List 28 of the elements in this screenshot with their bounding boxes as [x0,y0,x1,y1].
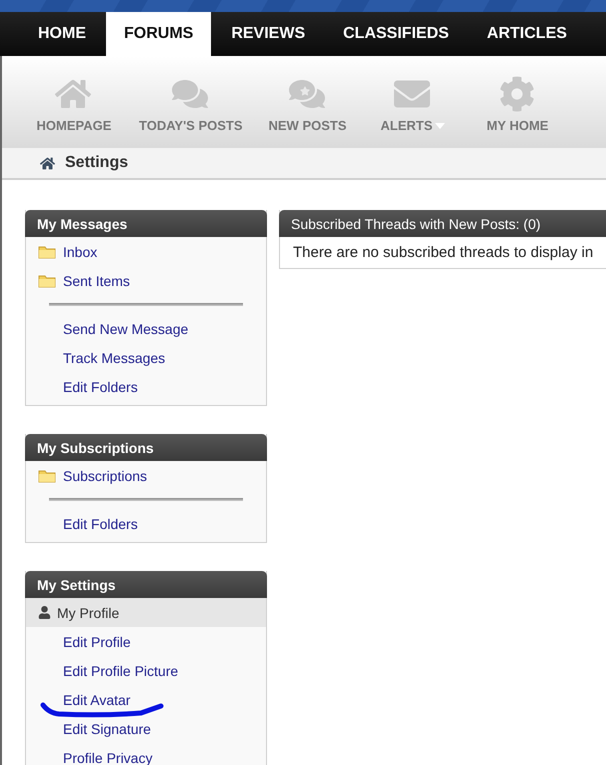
nav-tab[interactable]: HOME [20,12,104,56]
sidebar-link[interactable]: Edit Avatar [63,692,130,708]
nav-tab[interactable]: FORUMS [106,12,212,56]
nav-tab[interactable]: ARTICLES [468,12,585,56]
sidebar-link[interactable]: Edit Folders [63,378,138,394]
sidebar-link[interactable]: Edit Folders [63,516,138,532]
sidebar-link[interactable]: Inbox [63,244,98,260]
folder-icon [38,274,56,288]
panel-title: Subscribed Threads with New Posts: (0) [279,210,606,237]
sidebar-link[interactable]: Sent Items [63,272,130,288]
breadcrumb-title: Settings [65,154,128,172]
home-icon[interactable] [40,156,55,170]
sidebar-link[interactable]: Edit Signature [63,720,151,736]
nav-tab[interactable]: REVIEWS [213,12,324,56]
sidebar-link[interactable]: Track Messages [63,350,166,366]
person-icon [38,606,51,619]
panel-title: My Subscriptions [25,434,267,461]
folder-icon [38,244,56,258]
panel-title: My Messages [25,210,267,237]
sidebar-link[interactable]: Subscriptions [63,468,148,484]
sidebar-link[interactable]: Edit Profile [63,634,131,650]
empty-message: There are no subscribed threads to display in [292,243,594,263]
nav-tab[interactable]: CLASSIFIEDS [325,12,467,56]
panel-title: My Settings [25,571,267,598]
section-title: My Profile [57,604,120,620]
sidebar-link[interactable]: Edit Profile Picture [63,662,178,678]
folder-icon [38,468,56,482]
sidebar-link[interactable]: Send New Message [63,320,188,336]
